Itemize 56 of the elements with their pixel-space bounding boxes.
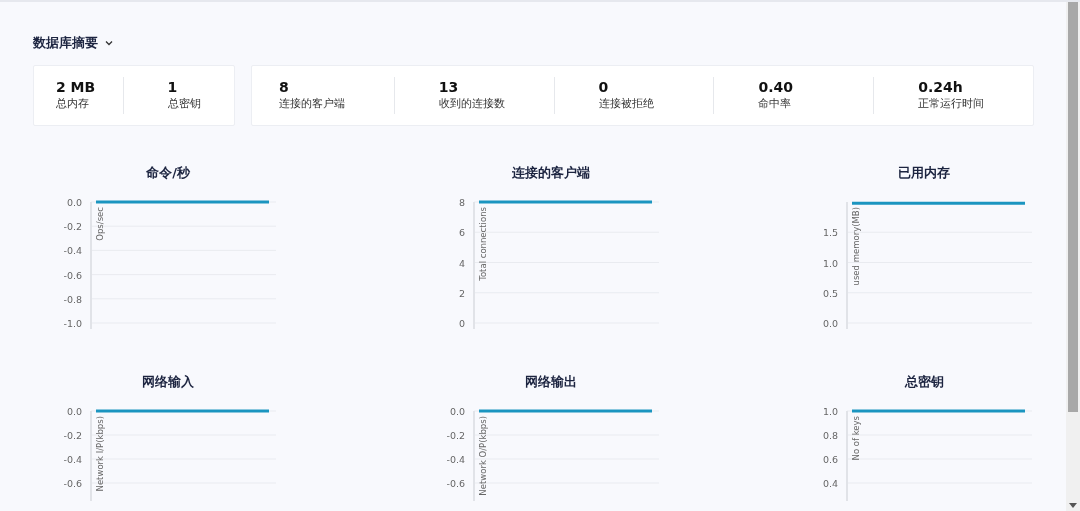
tick-label: -0.4 xyxy=(446,454,465,465)
chevron-icon[interactable] xyxy=(104,38,114,48)
axis-label: Ops/sec xyxy=(95,207,105,241)
tick-label: 1.0 xyxy=(822,406,838,417)
tick-label: 0.0 xyxy=(822,318,838,329)
tick-label: 0.6 xyxy=(822,454,838,465)
tick-label: 1.0 xyxy=(822,257,838,269)
stat-value: 2 MB xyxy=(56,79,97,96)
tick-label: -0.2 xyxy=(63,221,82,233)
tick-label: -0.4 xyxy=(63,245,82,257)
tick-label: 0.0 xyxy=(66,406,82,417)
tick-label: 4 xyxy=(458,257,465,269)
chart-title: 网络输出 xyxy=(524,373,578,391)
tick-label: 1.5 xyxy=(822,227,838,239)
stat-label: 命中率 xyxy=(758,96,793,112)
stat-value: 13 xyxy=(438,79,460,96)
tick-label: -0.2 xyxy=(446,430,465,441)
tick-label: 0 xyxy=(458,318,465,329)
stat-label: 总密钥 xyxy=(167,96,202,112)
chart-title: 总密钥 xyxy=(903,373,945,391)
tick-label: -0.6 xyxy=(63,478,82,489)
stat-label: 连接被拒绝 xyxy=(598,96,655,112)
tick-label: 0.5 xyxy=(822,287,838,299)
tick-label: -0.4 xyxy=(63,454,82,465)
tick-label: 0.0 xyxy=(66,197,82,208)
stat-label: 总内存 xyxy=(56,96,90,112)
tick-label: -0.2 xyxy=(63,430,82,441)
chart-title: 命令/秒 xyxy=(145,164,191,182)
tick-label: 6 xyxy=(458,227,465,239)
tick-label: -0.6 xyxy=(446,478,465,489)
tick-label: 8 xyxy=(458,197,465,208)
axis-label: No of keys xyxy=(851,416,861,461)
stat-label: 正常运行时间 xyxy=(918,96,986,112)
stat-label: 连接的客户端 xyxy=(279,96,346,112)
stat-value: 8 xyxy=(279,79,290,96)
tick-label: -0.6 xyxy=(63,269,82,281)
stat-value: 1 xyxy=(167,79,179,96)
axis-label: Network I/P(kbps) xyxy=(95,416,105,492)
chart-title: 已用内存 xyxy=(897,164,951,182)
chart-title: 连接的客户端 xyxy=(511,164,591,182)
tick-label: 2 xyxy=(458,287,465,299)
stat-value: 0.24h xyxy=(918,79,964,96)
stat-value: 0.40 xyxy=(758,79,794,96)
tick-label: 0.0 xyxy=(449,406,465,417)
tick-label: 0.8 xyxy=(822,430,838,441)
tick-label: -0.8 xyxy=(63,293,82,305)
stat-label: 收到的连接数 xyxy=(438,96,506,112)
tick-label: -1.0 xyxy=(63,318,82,329)
stat-value: 0 xyxy=(598,79,610,96)
scrollbar[interactable] xyxy=(1066,2,1080,511)
section-title: 数据库摘要 xyxy=(33,34,98,52)
axis-label: used memory(MB) xyxy=(851,207,861,286)
chart-title: 网络输入 xyxy=(141,373,195,391)
axis-label: Total connections xyxy=(478,207,488,281)
axis-label: Network O/P(kbps) xyxy=(478,416,488,496)
tick-label: 0.4 xyxy=(822,478,838,489)
